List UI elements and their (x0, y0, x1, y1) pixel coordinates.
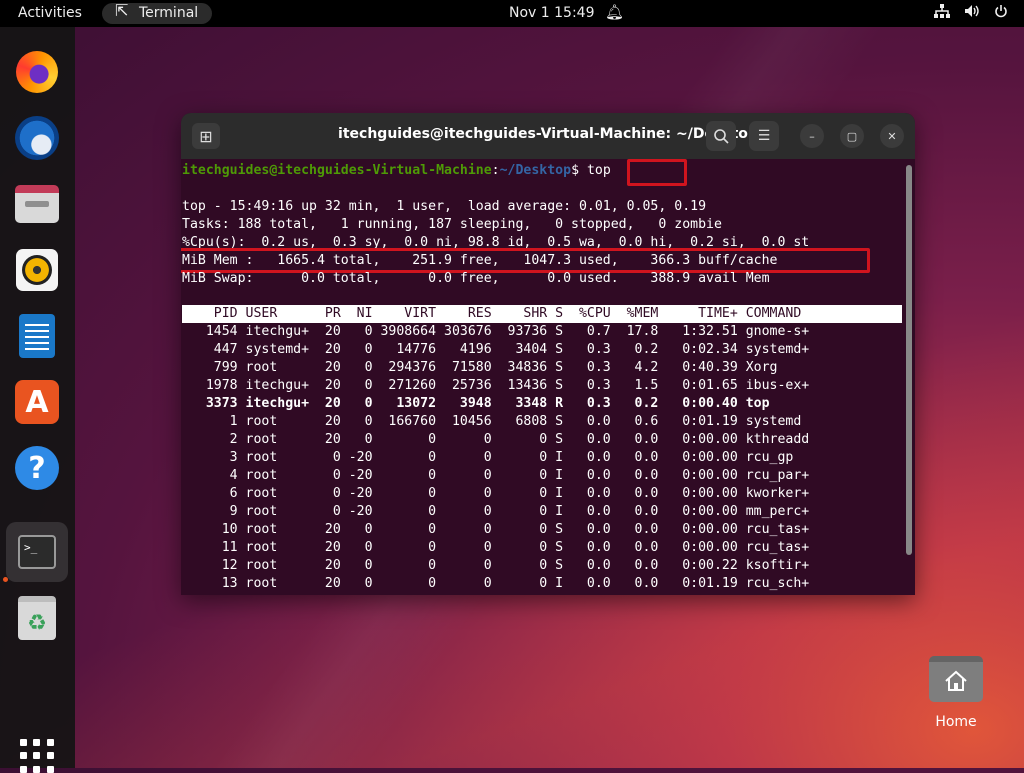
table-row: 1 root 20 0 166760 10456 6808 S 0.0 0.6 … (182, 414, 802, 429)
terminal-icon: >_ (18, 535, 56, 569)
minimize-icon[interactable]: – (800, 124, 824, 148)
hamburger-menu-icon[interactable]: ☰ (749, 121, 779, 151)
ubuntu-software-icon: A (15, 380, 59, 424)
app-menu-button[interactable]: ⇱ Terminal (102, 1, 212, 24)
dock-terminal[interactable]: >_ (6, 522, 68, 582)
trash-icon: ♻ (18, 596, 56, 640)
power-icon[interactable] (994, 4, 1008, 22)
notification-bell-icon[interactable]: 🔔︎ (605, 3, 624, 21)
rhythmbox-icon (16, 249, 58, 291)
home-folder-icon (929, 656, 983, 702)
table-row: 2 root 20 0 0 0 0 S 0.0 0.0 0:00.00 kthr… (182, 432, 810, 447)
dock-trash[interactable]: ♻ (12, 593, 62, 643)
summary-uptime: top - 15:49:16 up 32 min, 1 user, load a… (182, 199, 707, 214)
dock-files[interactable] (12, 179, 62, 229)
table-row: 13 root 20 0 0 0 0 I 0.0 0.0 0:01.19 rcu… (182, 576, 810, 591)
table-row: 6 root 0 -20 0 0 0 I 0.0 0.0 0:00.00 kwo… (182, 486, 810, 501)
table-row: 12 root 20 0 0 0 0 S 0.0 0.0 0:00.22 kso… (182, 558, 810, 573)
help-icon: ? (15, 446, 59, 490)
dock-firefox[interactable] (12, 47, 62, 97)
search-icon[interactable] (706, 121, 736, 151)
table-row: 447 systemd+ 20 0 14776 4196 3404 S 0.3 … (182, 342, 810, 357)
table-row: 11 root 20 0 0 0 0 S 0.0 0.0 0:00.00 rcu… (182, 540, 810, 555)
table-row: 4 root 0 -20 0 0 0 I 0.0 0.0 0:00.00 rcu… (182, 468, 810, 483)
dock: A ? >_ ♻ (0, 27, 75, 773)
summary-tasks: Tasks: 188 total, 1 running, 187 sleepin… (182, 217, 722, 232)
volume-icon[interactable] (964, 4, 980, 22)
terminal-titlebar[interactable]: ⊞ itechguides@itechguides-Virtual-Machin… (181, 113, 915, 159)
activities-button[interactable]: Activities (18, 5, 82, 21)
clock[interactable]: Nov 1 15:49 (509, 5, 594, 21)
thunderbird-icon (15, 116, 59, 160)
table-row: 9 root 0 -20 0 0 0 I 0.0 0.0 0:00.00 mm_… (182, 504, 810, 519)
table-row: 10 root 20 0 0 0 0 S 0.0 0.0 0:00.00 rcu… (182, 522, 810, 537)
maximize-icon[interactable]: ▢ (840, 124, 864, 148)
prompt-line: itechguides@itechguides-Virtual-Machine:… (182, 163, 611, 178)
terminal-output[interactable]: itechguides@itechguides-Virtual-Machine:… (181, 159, 903, 595)
close-icon[interactable]: ✕ (880, 124, 904, 148)
table-row: 3373 itechgu+ 20 0 13072 3948 3348 R 0.3… (182, 396, 770, 411)
dock-help[interactable]: ? (12, 443, 62, 493)
files-icon (15, 185, 59, 223)
dock-rhythmbox[interactable] (12, 245, 62, 295)
dock-software[interactable]: A (12, 377, 62, 427)
system-tray[interactable] (934, 4, 1008, 22)
terminal-scrollbar[interactable] (906, 165, 912, 555)
top-bar: Activities ⇱ Terminal Nov 1 15:49 🔔︎ (0, 0, 1024, 27)
table-row: 799 root 20 0 294376 71580 34836 S 0.3 4… (182, 360, 778, 375)
command-highlight-box (627, 159, 687, 186)
firefox-icon (16, 51, 58, 93)
process-table-header: PID USER PR NI VIRT RES SHR S %CPU %MEM … (182, 305, 902, 323)
mouse-cursor-icon: ⇱ (115, 1, 129, 20)
table-row: 1454 itechgu+ 20 0 3908664 303676 93736 … (182, 324, 810, 339)
dock-thunderbird[interactable] (12, 113, 62, 163)
app-menu-label: Terminal (139, 5, 199, 21)
home-label: Home (935, 714, 977, 730)
network-icon[interactable] (934, 4, 950, 22)
terminal-window[interactable]: ⊞ itechguides@itechguides-Virtual-Machin… (181, 113, 915, 595)
table-row: 1978 itechgu+ 20 0 271260 25736 13436 S … (182, 378, 810, 393)
dock-writer[interactable] (12, 311, 62, 361)
typed-command: top (586, 163, 611, 178)
summary-swap: MiB Swap: 0.0 total, 0.0 free, 0.0 used.… (182, 271, 770, 286)
table-row: 3 root 0 -20 0 0 0 I 0.0 0.0 0:00.00 rcu… (182, 450, 794, 465)
libreoffice-writer-icon (19, 314, 55, 358)
desktop-home-icon[interactable]: Home (928, 656, 984, 744)
running-indicator (3, 577, 8, 582)
